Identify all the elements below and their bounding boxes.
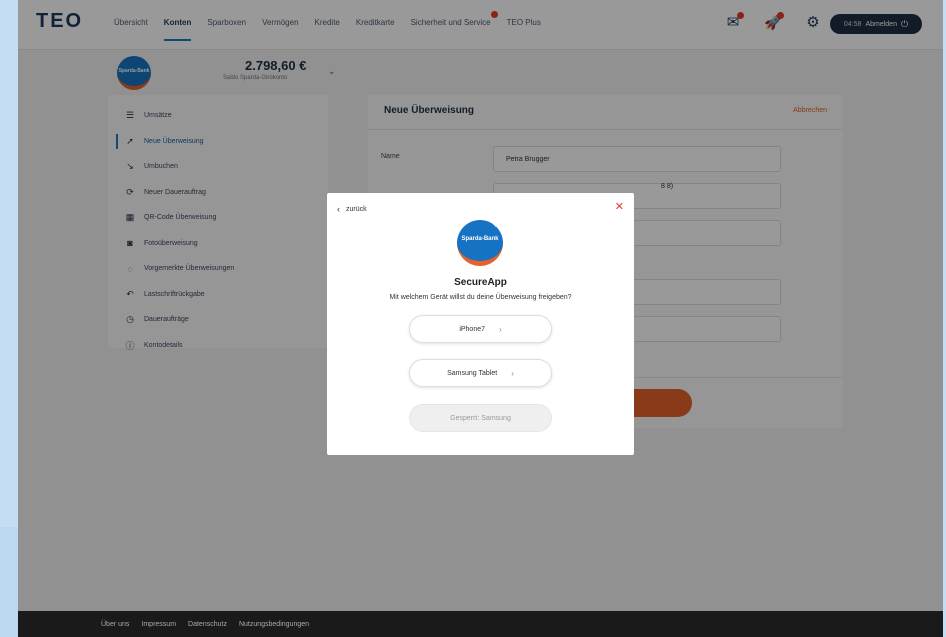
browser-viewport: TEO Übersicht Konten Sparboxen Vermögen … xyxy=(18,0,943,637)
page-footer: Über uns Impressum Datenschutz Nutzungsb… xyxy=(18,611,943,637)
background-strip xyxy=(0,527,18,637)
secureapp-device-dialog: ‹ zurück ✕ ✦ Sparda-Bank SecureApp Mit w… xyxy=(327,193,634,455)
footer-link-datenschutz[interactable]: Datenschutz xyxy=(188,621,227,628)
chevron-right-icon: › xyxy=(499,324,502,334)
footer-link-impressum[interactable]: Impressum xyxy=(141,621,176,628)
sparda-bank-logo: ✦ Sparda-Bank xyxy=(457,220,503,266)
back-label: zurück xyxy=(346,205,367,213)
dialog-title: SecureApp xyxy=(454,277,507,288)
back-button[interactable]: ‹ zurück xyxy=(337,204,367,214)
footer-link-ueber-uns[interactable]: Über uns xyxy=(101,621,129,628)
device-label: Gesperrt: Samsung xyxy=(450,414,511,422)
chevron-left-icon: ‹ xyxy=(337,204,340,214)
close-icon[interactable]: ✕ xyxy=(615,200,624,213)
sparkle-icon: ✦ xyxy=(492,223,498,229)
device-label: iPhone7 xyxy=(459,325,486,333)
chevron-right-icon: › xyxy=(511,368,514,378)
device-label: Samsung Tablet xyxy=(447,369,498,377)
device-option-iphone7[interactable]: iPhone7 › xyxy=(409,315,552,343)
device-option-samsung-tablet[interactable]: Samsung Tablet › xyxy=(409,359,552,387)
logo-text: Sparda-Bank xyxy=(461,236,499,242)
dialog-question: Mit welchem Gerät willst du deine Überwe… xyxy=(389,294,572,301)
device-option-locked-samsung: Gesperrt: Samsung xyxy=(409,404,552,432)
footer-link-nutzungsbedingungen[interactable]: Nutzungsbedingungen xyxy=(239,621,309,628)
